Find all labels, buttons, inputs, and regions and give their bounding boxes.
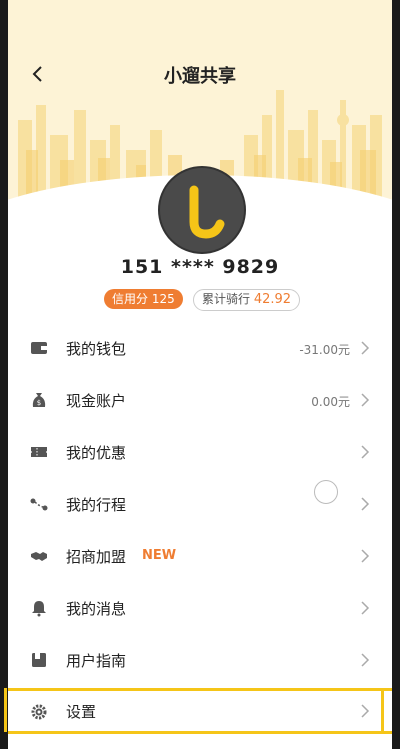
highlight-right-edge: [381, 688, 384, 732]
chevron-right-icon: [361, 341, 370, 355]
avatar[interactable]: [158, 166, 246, 254]
svg-text:$: $: [37, 399, 41, 407]
menu-label: 现金账户: [66, 392, 127, 410]
menu-label: 用户指南: [66, 652, 127, 670]
chevron-right-icon: [361, 601, 370, 615]
stats-chips: 信用分 125 累计骑行 42.92: [8, 289, 392, 313]
menu-item-messages[interactable]: 我的消息: [8, 582, 392, 634]
chevron-right-icon: [361, 497, 370, 511]
menu-value: -31.00元: [299, 343, 350, 357]
highlight-left-edge: [4, 688, 7, 732]
chevron-right-icon: [361, 549, 370, 563]
wallet-icon: [31, 342, 47, 354]
money-bag-icon: $: [32, 393, 46, 407]
ride-distance-chip[interactable]: 累计骑行 42.92: [193, 289, 301, 311]
page-title: 小遛共享: [164, 66, 236, 87]
menu-item-coupons[interactable]: 我的优惠: [8, 426, 392, 478]
menu-list: 我的钱包 -31.00元 $ 现金账户 0.00元 我的优惠 我的行程 招商加盟…: [8, 322, 392, 734]
bell-icon: [32, 601, 46, 617]
chevron-right-icon: [361, 445, 370, 459]
credit-score-chip[interactable]: 信用分 125: [104, 289, 183, 309]
touch-indicator: [314, 480, 338, 504]
ride-value: 42.92: [253, 292, 292, 307]
menu-item-settings[interactable]: 设置: [8, 688, 392, 734]
ride-label: 累计骑行: [202, 292, 251, 306]
menu-label: 我的消息: [66, 600, 127, 618]
menu-label: 设置: [66, 703, 97, 721]
gear-icon: [31, 704, 47, 720]
menu-label: 我的钱包: [66, 340, 127, 358]
profile-screen: 小遛共享 151 **** 9829 信用分 125 累计骑行 42.92 我的…: [8, 0, 392, 749]
app-logo-icon: [189, 185, 225, 239]
book-icon: [32, 653, 46, 667]
new-badge: NEW: [142, 548, 177, 563]
menu-item-user-guide[interactable]: 用户指南: [8, 634, 392, 686]
status-bar: [8, 26, 392, 40]
chevron-right-icon: [361, 653, 370, 667]
menu-label: 招商加盟: [66, 548, 127, 566]
chevron-right-icon: [361, 393, 370, 407]
credit-value: 125: [151, 292, 175, 306]
menu-label: 我的行程: [66, 496, 127, 514]
credit-label: 信用分: [112, 292, 149, 306]
handshake-icon: [31, 552, 47, 561]
menu-item-cash-account[interactable]: $ 现金账户 0.00元: [8, 374, 392, 426]
phone-number: 151 **** 9829: [120, 256, 280, 278]
route-icon: [30, 498, 48, 511]
ticket-icon: [31, 447, 47, 457]
menu-item-franchise[interactable]: 招商加盟 NEW: [8, 530, 392, 582]
menu-label: 我的优惠: [66, 444, 127, 462]
chevron-right-icon: [361, 704, 370, 718]
menu-value: 0.00元: [311, 395, 350, 409]
menu-item-wallet[interactable]: 我的钱包 -31.00元: [8, 322, 392, 374]
